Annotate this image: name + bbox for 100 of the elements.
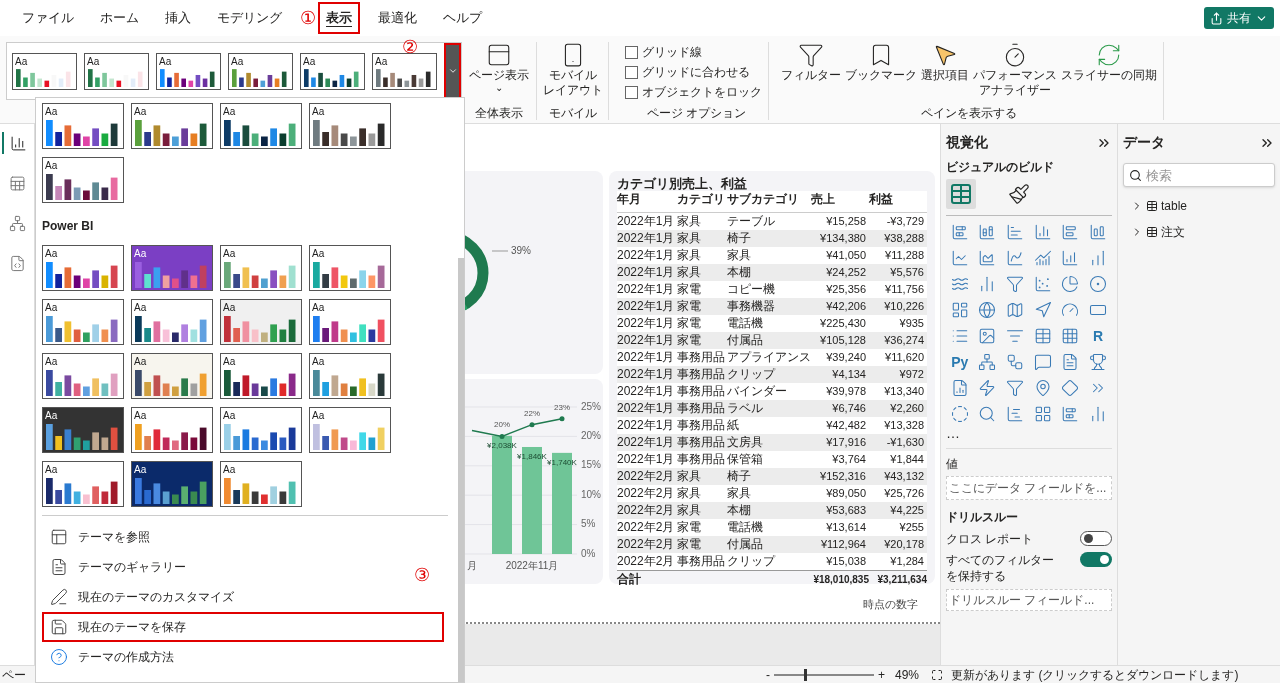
slider-thumb[interactable] <box>804 668 807 681</box>
theme-thumbnail[interactable]: Aa <box>220 103 302 149</box>
theme-thumbnail[interactable]: Aa <box>300 52 365 90</box>
tiles-icon <box>950 301 969 319</box>
table-cell: ¥255 <box>869 519 927 536</box>
drop-field[interactable]: ドリルスルー フィールド... <box>946 589 1112 611</box>
table-cell: ¥6,746 <box>811 400 869 417</box>
curve-chart-icon <box>1006 249 1025 267</box>
theme-thumbnail[interactable]: Aa <box>131 461 213 507</box>
zoom-in-button[interactable]: + <box>878 665 885 683</box>
theme-thumbnail[interactable]: Aa <box>220 299 302 345</box>
theme-thumbnail[interactable]: Aa <box>220 407 302 453</box>
drop-field[interactable]: ここにデータ フィールドを... <box>946 476 1112 500</box>
theme-thumbnail[interactable]: Aa <box>42 157 124 203</box>
fit-page-icon[interactable] <box>931 668 944 681</box>
page-view-button[interactable]: ページ表示 ⌄ <box>469 42 529 93</box>
gallery-expand-button[interactable] <box>444 43 461 99</box>
menu-tab[interactable]: 表示 <box>318 2 360 34</box>
table-cell: 2022年1月 <box>617 332 677 349</box>
table-cell: ¥15,258 <box>811 213 869 230</box>
table-cell: 事務用品 <box>677 383 727 400</box>
column-header[interactable]: カテゴリ <box>677 191 727 213</box>
theme-thumbnail[interactable]: Aa <box>42 407 124 453</box>
column-header[interactable]: 年月 <box>617 191 677 213</box>
theme-thumbnail[interactable]: Aa <box>220 461 302 507</box>
table-cell: 家具 <box>727 485 811 502</box>
table-cell: 2022年2月 <box>617 553 677 570</box>
theme-thumbnail[interactable]: Aa <box>42 299 124 345</box>
menu-tab[interactable]: ファイル <box>14 2 82 34</box>
theme-thumbnail[interactable]: Aa <box>156 52 221 90</box>
theme-thumbnail[interactable]: Aa <box>131 353 213 399</box>
column-header[interactable]: サブカテゴリ <box>727 191 811 213</box>
pane-button[interactable]: フィルター <box>781 42 841 83</box>
table-cell: ¥1,284 <box>869 553 927 570</box>
theme-thumbnail[interactable]: Aa <box>309 103 391 149</box>
visual-type-button[interactable]: R <box>1084 326 1112 346</box>
table-cell: ¥39,240 <box>811 349 869 366</box>
zoom-value: 49% <box>895 666 920 683</box>
mobile-layout-button[interactable]: モバイル レイアウト <box>542 42 603 98</box>
checkbox-option[interactable]: オブジェクトをロック <box>625 82 768 102</box>
field-well-label: 値 <box>946 456 959 473</box>
menu-item[interactable]: テーマのギャラリー <box>42 552 190 582</box>
theme-thumbnail[interactable]: Aa <box>131 103 213 149</box>
menu-item[interactable]: 現在のテーマを保存 <box>42 612 190 642</box>
tree-item[interactable]: table <box>1131 197 1275 215</box>
menu-tab[interactable]: ホーム <box>92 2 147 34</box>
column-header[interactable]: 売上 <box>811 191 869 213</box>
menu-item[interactable]: テーマの作成方法 <box>42 642 178 672</box>
theme-thumbnail[interactable]: Aa <box>220 245 302 291</box>
column-header[interactable]: 利益 <box>869 191 927 213</box>
pane-button[interactable]: スライサーの同期 <box>1061 42 1157 83</box>
theme-thumbnail[interactable]: Aa <box>309 353 391 399</box>
pane-button[interactable]: パフォーマンス アナライザー <box>973 42 1057 98</box>
table-cell: 2022年2月 <box>617 502 677 519</box>
search-field[interactable]: 検索 <box>1123 163 1275 187</box>
more-button[interactable]: … <box>946 426 1112 440</box>
menu-tab[interactable]: 挿入 <box>157 2 199 34</box>
pane-button[interactable]: 選択項目 <box>921 42 969 83</box>
theme-thumbnail[interactable]: Aa <box>42 461 124 507</box>
menu-item[interactable]: 現在のテーマのカスタマイズ <box>42 582 238 612</box>
menu-tab[interactable]: 最適化 <box>370 2 425 34</box>
visual-type-button[interactable]: Py <box>946 352 974 372</box>
zoom-out-button[interactable]: - <box>766 665 770 683</box>
tree-item[interactable]: 注文 <box>1131 223 1275 241</box>
zoom-slider[interactable] <box>774 668 874 681</box>
checkbox-option[interactable]: グリッド線 <box>625 42 768 62</box>
theme-thumbnail[interactable]: Aa <box>42 353 124 399</box>
share-button[interactable]: 共有 <box>1204 7 1274 29</box>
theme-thumbnail[interactable]: Aa <box>228 52 293 90</box>
theme-thumbnail[interactable]: Aa <box>42 103 124 149</box>
menu-tab[interactable]: モデリング <box>209 2 290 34</box>
toggle-switch[interactable] <box>1080 552 1112 567</box>
theme-thumbnail[interactable]: Aa <box>372 52 437 90</box>
scrollbar[interactable] <box>458 258 464 682</box>
theme-thumbnail[interactable]: Aa <box>309 299 391 345</box>
checkbox[interactable] <box>625 85 638 99</box>
toggle-switch[interactable] <box>1080 531 1112 546</box>
theme-thumbnail[interactable]: Aa <box>131 407 213 453</box>
checkbox[interactable] <box>625 65 638 79</box>
table-cell: 家電 <box>677 519 727 536</box>
menu-item[interactable]: テーマを参照 <box>42 522 154 552</box>
theme-thumbnail[interactable]: Aa <box>220 353 302 399</box>
theme-thumbnail[interactable]: Aa <box>42 245 124 291</box>
table-cell: バインダー <box>727 383 811 400</box>
checkbox[interactable] <box>625 45 638 59</box>
theme-thumbnail[interactable]: Aa <box>131 245 213 291</box>
pane-button[interactable]: ブックマーク <box>845 42 917 83</box>
grid-icon <box>1061 327 1080 345</box>
theme-thumbnail[interactable]: Aa <box>131 299 213 345</box>
menu-tab[interactable]: ヘルプ <box>435 2 490 34</box>
theme-thumbnail[interactable]: Aa <box>309 407 391 453</box>
share-icon <box>1210 11 1223 25</box>
theme-thumbnail[interactable]: Aa <box>12 52 77 90</box>
table-cell: テーブル <box>727 213 811 230</box>
table-cell: ¥4,134 <box>811 366 869 383</box>
table-cell: 2022年1月 <box>617 298 677 315</box>
update-message[interactable]: 更新があります (クリックするとダウンロードします) <box>951 665 1239 683</box>
checkbox-option[interactable]: グリッドに合わせる <box>625 62 768 82</box>
theme-thumbnail[interactable]: Aa <box>84 52 149 90</box>
theme-thumbnail[interactable]: Aa <box>309 245 391 291</box>
